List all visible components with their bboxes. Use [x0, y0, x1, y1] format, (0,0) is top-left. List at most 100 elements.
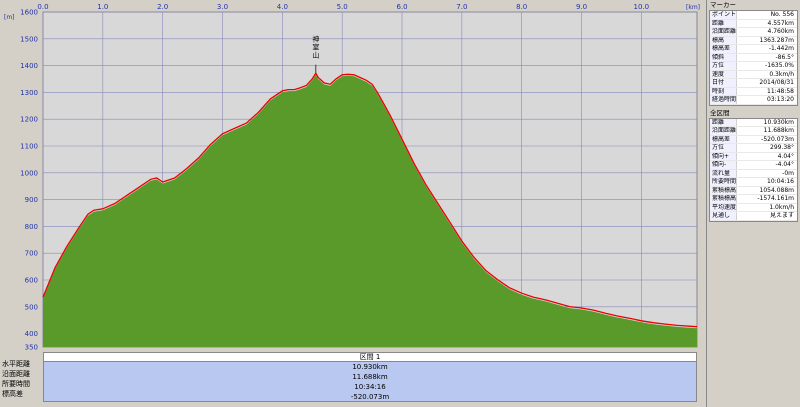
marker-info-row: 経過時間 03:13:20: [710, 96, 797, 105]
marker-info-row-value: No. 556: [770, 11, 794, 18]
y-tick-label: 1200: [20, 116, 38, 124]
x-tick-label: 1.0: [97, 3, 108, 11]
x-tick-label: 3.0: [217, 3, 228, 11]
summary-duration-value: 10:34:16: [354, 383, 386, 391]
y-tick-label: 1100: [20, 143, 38, 151]
y-unit-label: [m]: [4, 14, 15, 21]
marker-info-row: ポイント No. 556: [710, 11, 797, 20]
section-info-row: 平均速度 1.0km/h: [710, 203, 797, 212]
summary-distance-value: 10.930km: [352, 363, 388, 371]
section-info-row-label: 傾向+: [710, 152, 737, 160]
marker-info-row-value: -86.5°: [775, 53, 794, 61]
y-tick-label: 1600: [20, 9, 38, 17]
marker-info-row-label: ポイント: [710, 11, 737, 19]
section-info-row-label: 沿面距離: [710, 127, 737, 135]
section-info-row-value: 1054.088m: [759, 186, 794, 194]
summary-label-elevation-diff: 標高差: [2, 390, 23, 398]
y-tick-label: 1400: [20, 62, 38, 70]
section-info-row-label: 標高差: [710, 135, 737, 143]
marker-info-table: ポイント No. 556 距離 4.557km 沿面距離 4.760km 標高 1363.28…: [709, 10, 798, 106]
profile-chart-panel: 0.0 1.0 2.0 3.0 4.0 5.0 6.0 7.0 8.0 9.0 10.0 350 40…: [0, 0, 706, 407]
y-tick-label: 500: [25, 303, 38, 311]
marker-info-row-label: 沿面距離: [710, 28, 737, 36]
info-side-panel: マーカー ポイント No. 556 距離 4.557km 沿面距離 4.760km 標高 13…: [706, 0, 800, 407]
x-axis-ticks: 0.0 1.0 2.0 3.0 4.0 5.0 6.0 7.0 8.0 9.0 10.0: [37, 3, 649, 11]
section-info-row: 傾向- -4.04°: [710, 161, 797, 170]
section-info-row-value: 11.688km: [763, 127, 794, 134]
y-tick-label: 1500: [20, 35, 38, 43]
section-info-row: 沿面距離 11.688km: [710, 127, 797, 136]
x-tick-label: 8.0: [516, 3, 527, 11]
marker-info-row-label: 経過時間: [710, 96, 737, 104]
section-info-row-value: -520.073m: [761, 135, 794, 143]
y-axis-ticks: 350 400 500 600 700 800 900 1000 1100 1200 1300 140…: [20, 9, 38, 351]
section-info-row-value: 10:04:16: [767, 178, 794, 185]
section-title: 区間 1: [44, 353, 696, 362]
x-tick-label: 5.0: [337, 3, 348, 11]
marker-info-row-value: 1363.287m: [759, 36, 794, 44]
x-tick-label: 2.0: [157, 3, 168, 11]
section-info-row: 距離 10.930km: [710, 118, 797, 127]
x-tick-label: 9.0: [576, 3, 587, 11]
summary-label-surface-distance: 沿面距離: [2, 370, 30, 378]
marker-info-row-label: 速度: [710, 70, 737, 78]
marker-info-row-value: 03:13:20: [767, 96, 794, 103]
section-info-row: 流れ量 -0m: [710, 169, 797, 178]
y-tick-label: 1000: [20, 169, 38, 177]
y-tick-label: 700: [25, 250, 38, 258]
section-summary-box[interactable]: 区間 1 10.930km 11.688km 10:34:16 -520.073…: [43, 352, 697, 402]
section-info-row-label: 平均速度: [710, 203, 737, 211]
x-tick-label: 4.0: [277, 3, 288, 11]
marker-info-row: 距離 4.557km: [710, 19, 797, 28]
section-info-row-value: -1574.161m: [757, 195, 794, 202]
marker-info-row: 傾斜 -86.5°: [710, 53, 797, 62]
marker-info-row-value: 2014/08/31: [759, 79, 794, 86]
x-tick-label: 6.0: [396, 3, 407, 11]
section-info-row-label: 所要時間: [710, 178, 737, 186]
x-tick-label: 0.0: [37, 3, 48, 11]
section-info-row-label: 距離: [710, 118, 737, 126]
y-tick-label: 600: [25, 277, 38, 285]
section-info-row-value: 10.930km: [763, 118, 794, 126]
marker-info-row-label: 日付: [710, 79, 737, 87]
marker-info-row-label: 方位: [710, 62, 737, 70]
peak-label: 神室山: [312, 35, 319, 60]
marker-info-row-value: 11:48:58: [767, 87, 794, 95]
marker-info-row: 沿面距離 4.760km: [710, 28, 797, 37]
y-tick-label: 900: [25, 196, 38, 204]
marker-info-row: 方位 -1635.0%: [710, 62, 797, 71]
x-unit-label: [km]: [686, 4, 700, 11]
y-tick-label: 1300: [20, 89, 38, 97]
section-info-row: 累積標高(+) 1054.088m: [710, 186, 797, 195]
section-info-row-value: 1.0km/h: [769, 203, 794, 211]
marker-info-row-label: 傾斜: [710, 53, 737, 61]
x-tick-label: 7.0: [456, 3, 467, 11]
marker-info-row-value: 4.557km: [767, 19, 795, 27]
section-info-row-label: 累積標高(+): [710, 186, 737, 194]
marker-info-row-value: 4.760km: [767, 28, 795, 35]
section-info-row: 見通し 見えます: [710, 212, 797, 221]
marker-info-row-label: 時刻: [710, 87, 737, 95]
section-info-row: 累積標高(-) -1574.161m: [710, 195, 797, 204]
section-info-row: 方位 299.38°: [710, 144, 797, 153]
marker-info-row: 標高差 -1.442m: [710, 45, 797, 54]
x-tick-label: 10.0: [634, 3, 650, 11]
y-tick-label: 400: [25, 330, 38, 338]
marker-info-row-label: 標高: [710, 36, 737, 44]
y-tick-label: 800: [25, 223, 38, 231]
elevation-profile-chart[interactable]: 0.0 1.0 2.0 3.0 4.0 5.0 6.0 7.0 8.0 9.0 10.0 350 40…: [0, 0, 706, 350]
section-info-row-label: 流れ量: [710, 169, 737, 177]
section-info-row-label: 累積標高(-): [710, 195, 737, 203]
section-info-row-label: 方位: [710, 144, 737, 152]
section-info-row-value: 299.38°: [770, 144, 794, 151]
summary-label-distance: 水平距離: [2, 360, 30, 368]
summary-elevation-diff-value: -520.073m: [350, 393, 390, 401]
summary-label-duration: 所要時間: [2, 380, 30, 388]
section-info-row: 傾向+ 4.04°: [710, 152, 797, 161]
summary-surface-distance-value: 11.688km: [352, 373, 388, 381]
section-info-table: 距離 10.930km 沿面距離 11.688km 標高差 -520.073m 方位 299.…: [709, 117, 798, 222]
section-panel-header: 全区間: [707, 107, 800, 118]
summary-labels: 水平距離 沿面距離 所要時間 標高差: [0, 359, 43, 399]
section-info-row-value: 4.04°: [777, 152, 794, 160]
marker-info-row-label: 標高差: [710, 45, 737, 53]
